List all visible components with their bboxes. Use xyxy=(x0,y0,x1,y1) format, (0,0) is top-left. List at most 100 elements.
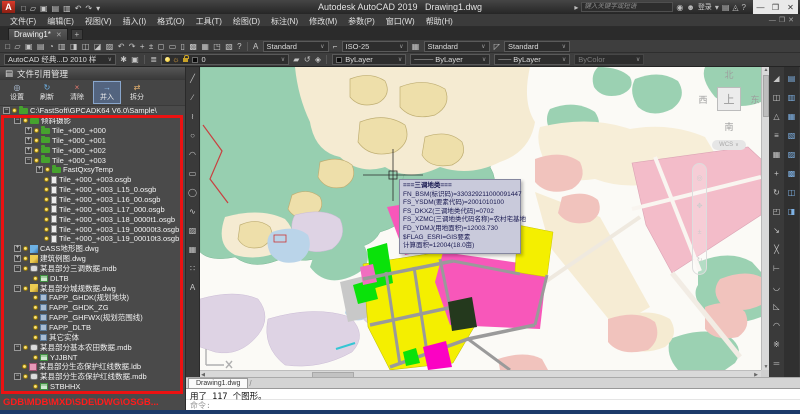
tab-drawing1[interactable]: Drawing1*✕ xyxy=(8,28,68,40)
offset-icon[interactable]: ≡ xyxy=(774,126,779,145)
tree-expander-icon[interactable]: + xyxy=(25,147,32,154)
tree-item[interactable]: FAPP_DLTB xyxy=(0,323,185,333)
tree-item[interactable]: +CASS地形图.dwg xyxy=(0,244,185,254)
tree-item[interactable]: STBHHX xyxy=(0,382,185,392)
pan-tool-icon[interactable]: ✥ xyxy=(697,202,703,210)
tree-item[interactable]: YJJBNT xyxy=(0,352,185,362)
command-prompt[interactable]: 命令: xyxy=(186,400,800,410)
visibility-bulb-icon[interactable] xyxy=(12,108,17,113)
undo-icon[interactable]: ↶ xyxy=(118,42,125,51)
visibility-bulb-icon[interactable] xyxy=(34,148,39,153)
menu-item-10[interactable]: 窗口(W) xyxy=(386,17,415,26)
tree-expander-icon[interactable]: − xyxy=(14,285,21,292)
full-nav-wheel-icon[interactable]: ◎ xyxy=(696,174,702,182)
layer-states-icon[interactable]: ◈ xyxy=(315,55,321,64)
tree-item[interactable]: Tile_+000_+003_L17_000.osgb xyxy=(0,204,185,214)
viewcube[interactable]: 北 西 东 南 上 WCS∨ xyxy=(694,68,761,154)
panel-button-设置[interactable]: ◎设置 xyxy=(3,81,31,104)
designcenter-icon[interactable]: ▩ xyxy=(189,42,197,51)
group-panel-icon[interactable]: ▧ xyxy=(788,126,796,145)
new-icon[interactable]: □ xyxy=(5,42,10,51)
drawing-canvas[interactable]: 北 西 东 南 上 WCS∨ ◎ ✥ ± ↻ ===三调地类=== FN_BSM… xyxy=(200,67,761,370)
visibility-bulb-icon[interactable] xyxy=(44,197,49,202)
tree-item[interactable]: Tile_+000_+003_L18_0000t1.osgb xyxy=(0,214,185,224)
panel-button-并入[interactable]: →并入 xyxy=(93,81,121,104)
pan-icon[interactable]: + xyxy=(140,42,145,51)
user-icon[interactable]: ☻ xyxy=(686,3,694,12)
orbit-tool-icon[interactable]: ↻ xyxy=(697,256,703,264)
mleader-style-icon[interactable]: ◸ xyxy=(494,42,500,51)
layer-thaw-icon[interactable]: ☼ xyxy=(172,55,179,64)
block-icon[interactable]: ▦ xyxy=(189,240,197,259)
signin-dropdown-icon[interactable]: ▾ xyxy=(715,3,719,12)
tree-item[interactable]: Tile_+000_+003_L16_00.osgb xyxy=(0,195,185,205)
visibility-bulb-icon[interactable] xyxy=(23,286,28,291)
plot-preview-icon[interactable]: ◔ xyxy=(49,42,54,51)
minimize-button[interactable]: — xyxy=(753,3,768,12)
spline-icon[interactable]: ∿ xyxy=(189,202,196,221)
visibility-bulb-icon[interactable] xyxy=(23,266,28,271)
visibility-bulb-icon[interactable] xyxy=(44,236,49,241)
visibility-bulb-icon[interactable] xyxy=(44,227,49,232)
maximize-button[interactable]: ❒ xyxy=(768,3,783,12)
new-tab-button[interactable]: + xyxy=(71,29,83,40)
dim-style-icon[interactable]: ⌐ xyxy=(333,42,338,51)
xref-panel-icon[interactable]: ▤ xyxy=(788,69,796,88)
layer-lock-icon[interactable] xyxy=(183,58,188,62)
save-icon[interactable]: ▣ xyxy=(25,42,33,51)
open-icon[interactable]: ▱ xyxy=(14,42,20,51)
zoom-previous-icon[interactable]: ▭ xyxy=(169,42,177,51)
vertical-scrollbar[interactable]: ▲ ▼ xyxy=(761,67,769,370)
tree-item[interactable]: −某县部分三调数据.mdb xyxy=(0,264,185,274)
ellipse-icon[interactable]: ◯ xyxy=(188,183,197,202)
linetype-select[interactable]: ———ByLayer∨ xyxy=(410,54,490,65)
tree-expander-icon[interactable]: + xyxy=(14,255,21,262)
markup-icon[interactable]: ▧ xyxy=(225,42,233,51)
block-panel-icon[interactable]: ▩ xyxy=(788,164,796,183)
redo-icon[interactable]: ↷ xyxy=(129,42,136,51)
tree-item[interactable]: 其它实体 xyxy=(0,332,185,342)
mleader-style-select[interactable]: Standard∨ xyxy=(504,41,570,52)
mirror-icon[interactable]: △ xyxy=(773,107,779,126)
visibility-bulb-icon[interactable] xyxy=(34,128,39,133)
visibility-bulb-icon[interactable] xyxy=(44,177,49,182)
measure-panel-icon[interactable]: ◫ xyxy=(788,183,796,202)
workspace-select[interactable]: AutoCAD 经典...D 2010 样∨ xyxy=(4,54,116,65)
scale-icon[interactable]: ◰ xyxy=(773,202,781,221)
array-icon[interactable]: ▦ xyxy=(773,145,781,164)
menu-item-9[interactable]: 参数(P) xyxy=(348,17,375,26)
chamfer-icon[interactable]: ◺ xyxy=(773,297,779,316)
wcs-selector[interactable]: WCS∨ xyxy=(712,140,746,150)
zoom-realtime-icon[interactable]: ± xyxy=(149,42,153,51)
menu-item-3[interactable]: 插入(I) xyxy=(123,17,147,26)
tree-expander-icon[interactable]: − xyxy=(3,107,10,114)
document-window-controls[interactable]: —❐✕ xyxy=(769,16,797,24)
tree-item[interactable]: +Tile_+000_+001 xyxy=(0,136,185,146)
lineweight-select[interactable]: ——ByLayer∨ xyxy=(494,54,570,65)
line-icon[interactable]: ╱ xyxy=(190,69,195,88)
zoom-window-icon[interactable]: ◻ xyxy=(158,42,165,51)
visibility-bulb-icon[interactable] xyxy=(33,295,38,300)
viewcube-south-label[interactable]: 南 xyxy=(694,120,761,133)
navigation-bar[interactable]: ◎ ✥ ± ↻ xyxy=(692,163,707,275)
paste-icon[interactable]: ◪ xyxy=(94,42,102,51)
visibility-bulb-icon[interactable] xyxy=(33,325,38,330)
tree-item[interactable]: DLTB xyxy=(0,273,185,283)
polyline-icon[interactable]: ≀ xyxy=(191,107,194,126)
menu-item-0[interactable]: 文件(F) xyxy=(10,17,36,26)
stretch-icon[interactable]: ↘ xyxy=(773,221,780,240)
tree-expander-icon[interactable]: − xyxy=(25,157,32,164)
tree-item[interactable]: −某县部分城规数据.dwg xyxy=(0,283,185,293)
app-store-icon[interactable]: ▤ xyxy=(722,3,730,12)
tree-expander-icon[interactable]: − xyxy=(14,265,21,272)
workspace-save-icon[interactable]: ▣ xyxy=(131,55,139,64)
visibility-bulb-icon[interactable] xyxy=(33,355,38,360)
copy-icon[interactable]: ◫ xyxy=(82,42,90,51)
menu-item-5[interactable]: 工具(T) xyxy=(196,17,222,26)
tree-item[interactable]: −倾斜摄影 xyxy=(0,116,185,126)
tree-item[interactable]: +建筑例图.dwg xyxy=(0,254,185,264)
rectangle-icon[interactable]: ▭ xyxy=(189,164,197,183)
visibility-bulb-icon[interactable] xyxy=(44,187,49,192)
command-line-window[interactable]: 用了 117 个图形。 命令: xyxy=(186,388,800,410)
visibility-bulb-icon[interactable] xyxy=(45,167,50,172)
